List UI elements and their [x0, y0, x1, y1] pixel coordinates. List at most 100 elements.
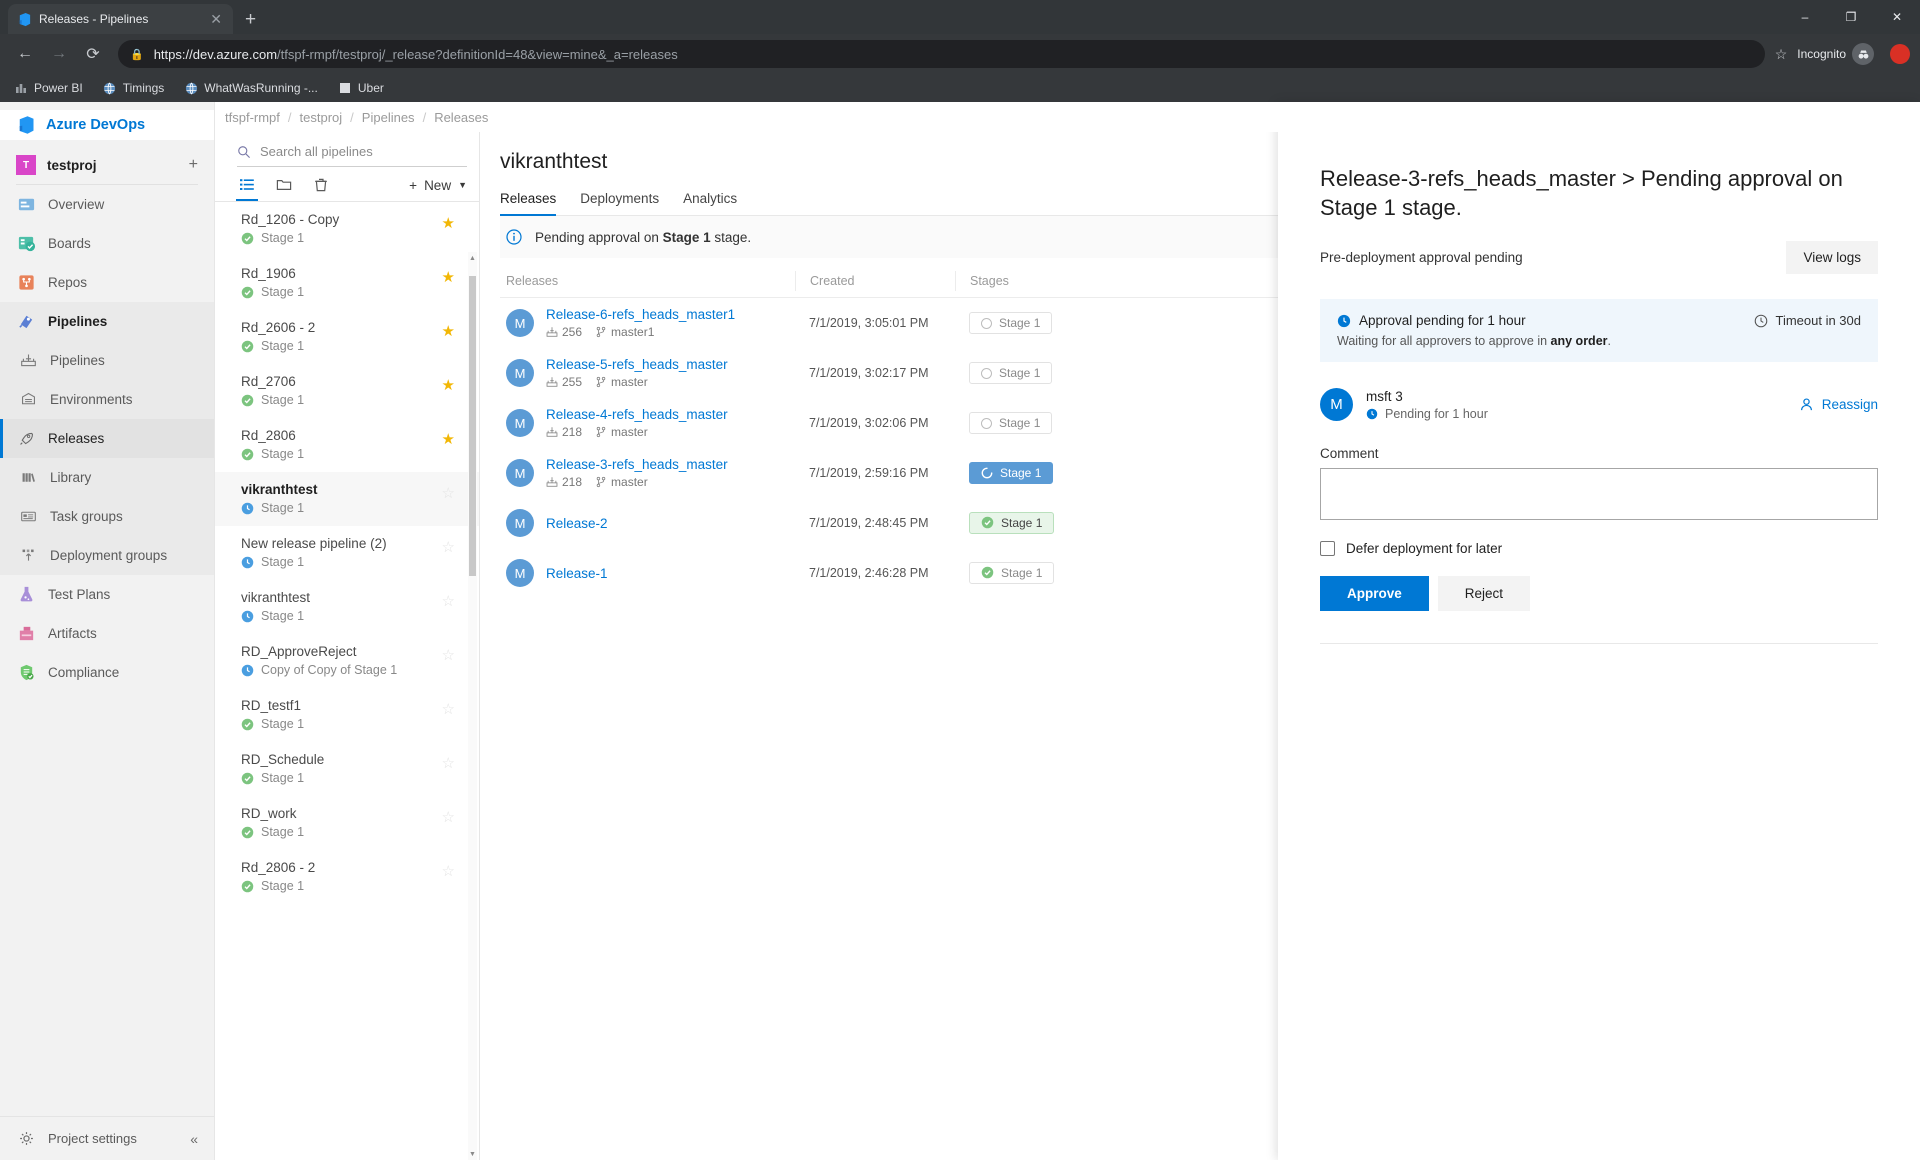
favorite-star-icon[interactable]: ☆ — [442, 484, 455, 502]
arrow-left-icon[interactable]: ← — [10, 39, 40, 69]
release-name-link[interactable]: Release-3-refs_heads_master — [546, 457, 728, 472]
brand-row[interactable]: Azure DevOps — [0, 110, 214, 140]
sidebar-item-task-groups[interactable]: Task groups — [0, 497, 214, 536]
pipeline-list-item[interactable]: Rd_2706 Stage 1 ★ — [215, 364, 479, 418]
sidebar-item-repos[interactable]: Repos — [0, 263, 214, 302]
comment-input[interactable] — [1320, 468, 1878, 521]
pipeline-list-item[interactable]: Rd_2806 Stage 1 ★ — [215, 418, 479, 472]
browser-tab[interactable]: Releases - Pipelines ✕ — [8, 4, 233, 34]
release-name-link[interactable]: Release-1 — [546, 566, 608, 581]
window-close-button[interactable]: ✕ — [1874, 0, 1920, 34]
favorite-star-icon[interactable]: ☆ — [442, 700, 455, 718]
tab-analytics[interactable]: Analytics — [683, 191, 737, 215]
sidebar-item-pipelines-group[interactable]: Pipelines — [0, 302, 214, 341]
tab-releases[interactable]: Releases — [500, 191, 557, 216]
defer-deployment-row[interactable]: Defer deployment for later — [1320, 541, 1878, 557]
breadcrumb-item-releases[interactable]: Releases — [434, 110, 488, 125]
pipeline-list-item[interactable]: Rd_1206 - Copy Stage 1 ★ — [215, 202, 479, 256]
chevron-double-left-icon[interactable]: « — [190, 1131, 198, 1147]
sidebar-item-boards[interactable]: Boards — [0, 224, 214, 263]
bookmark-whatwasrunning[interactable]: WhatWasRunning -... — [184, 81, 318, 95]
sidebar-item-overview[interactable]: Overview — [0, 185, 214, 224]
release-name-link[interactable]: Release-6-refs_heads_master1 — [546, 307, 735, 322]
search-input[interactable] — [260, 144, 467, 159]
minimize-button[interactable]: – — [1782, 0, 1828, 34]
sidebar-item-compliance[interactable]: Compliance — [0, 653, 214, 692]
sidebar-item-pipelines[interactable]: Pipelines — [0, 341, 214, 380]
pipelines-scrollbar[interactable]: ▲ ▼ — [468, 252, 477, 1160]
approval-status-top: Approval pending for 1 hour Timeout in 3… — [1337, 313, 1861, 328]
tab-deployments[interactable]: Deployments — [580, 191, 659, 215]
bookmark-power-bi[interactable]: Power BI — [14, 81, 83, 95]
bookmark-timings[interactable]: Timings — [103, 81, 164, 95]
new-tab-button[interactable]: + — [245, 10, 256, 29]
reload-icon[interactable]: ⟳ — [78, 39, 108, 69]
status-badge[interactable]: Stage 1 — [969, 362, 1053, 384]
status-badge[interactable]: Stage 1 — [969, 412, 1053, 434]
release-name-link[interactable]: Release-4-refs_heads_master — [546, 407, 728, 422]
arrow-right-icon[interactable]: → — [44, 39, 74, 69]
status-badge[interactable]: Stage 1 — [969, 462, 1054, 484]
breadcrumb-item-org[interactable]: tfspf-rmpf — [225, 110, 280, 125]
bookmark-uber[interactable]: Uber — [338, 81, 384, 95]
sidebar-item-deployment-groups[interactable]: Deployment groups — [0, 536, 214, 575]
pipeline-list-item[interactable]: Rd_1906 Stage 1 ★ — [215, 256, 479, 310]
pipeline-list-item[interactable]: New release pipeline (2) Stage 1 ☆ — [215, 526, 479, 580]
status-badge[interactable]: Stage 1 — [969, 561, 1055, 584]
approver-info: msft 3 Pending for 1 hour — [1366, 389, 1488, 421]
project-selector[interactable]: T testproj + — [0, 146, 214, 184]
favorite-star-icon[interactable]: ★ — [442, 214, 455, 232]
sidebar-item-environments[interactable]: Environments — [0, 380, 214, 419]
address-bar[interactable]: 🔒 https://dev.azure.com/tfspf-rmpf/testp… — [118, 40, 1765, 68]
chevron-down-icon[interactable]: ▼ — [468, 1148, 477, 1160]
pipeline-list-item[interactable]: RD_Schedule Stage 1 ☆ — [215, 742, 479, 796]
chevron-up-icon[interactable]: ▲ — [468, 252, 477, 264]
trash-icon[interactable] — [311, 177, 331, 201]
favorite-star-icon[interactable]: ★ — [442, 322, 455, 340]
maximize-button[interactable]: ❐ — [1828, 0, 1874, 34]
pipeline-list-item[interactable]: RD_work Stage 1 ☆ — [215, 796, 479, 850]
pipeline-list-item[interactable]: vikranthtest Stage 1 ☆ — [215, 580, 479, 634]
favorite-star-icon[interactable]: ★ — [442, 268, 455, 286]
sidebar-item-library[interactable]: Library — [0, 458, 214, 497]
star-outline-icon[interactable]: ☆ — [1775, 46, 1788, 63]
pipeline-list-item[interactable]: Rd_2606 - 2 Stage 1 ★ — [215, 310, 479, 364]
plus-icon[interactable]: + — [189, 157, 198, 173]
new-pipeline-button[interactable]: + New ▼ — [409, 178, 467, 201]
status-badge[interactable]: Stage 1 — [969, 312, 1053, 334]
favorite-star-icon[interactable]: ★ — [442, 376, 455, 394]
scrollbar-thumb[interactable] — [469, 276, 476, 576]
project-settings-button[interactable]: Project settings « — [0, 1116, 214, 1160]
reassign-button[interactable]: Reassign — [1799, 397, 1878, 412]
folder-icon[interactable] — [274, 177, 294, 201]
favorite-star-icon[interactable]: ☆ — [442, 538, 455, 556]
sidebar-item-artifacts[interactable]: Artifacts — [0, 614, 214, 653]
close-icon[interactable]: ✕ — [207, 12, 225, 26]
defer-checkbox[interactable] — [1320, 541, 1335, 557]
compliance-icon — [16, 663, 36, 683]
favorite-star-icon[interactable]: ☆ — [442, 808, 455, 826]
status-badge[interactable]: Stage 1 — [969, 511, 1055, 534]
approve-button[interactable]: Approve — [1320, 576, 1429, 612]
favorite-star-icon[interactable]: ☆ — [442, 592, 455, 610]
pipeline-list-item[interactable]: Rd_2806 - 2 Stage 1 ☆ — [215, 850, 479, 904]
search-box[interactable] — [237, 144, 467, 167]
avatar[interactable] — [1890, 44, 1910, 64]
sidebar-item-releases[interactable]: Releases — [0, 419, 214, 458]
pipeline-list-item[interactable]: RD_testf1 Stage 1 ☆ — [215, 688, 479, 742]
view-logs-button[interactable]: View logs — [1786, 241, 1878, 275]
sidebar-item-test-plans[interactable]: Test Plans — [0, 575, 214, 614]
breadcrumb-item-pipelines[interactable]: Pipelines — [362, 110, 415, 125]
favorite-star-icon[interactable]: ☆ — [442, 862, 455, 880]
list-icon[interactable] — [236, 177, 258, 201]
incognito-indicator[interactable]: Incognito — [1791, 43, 1880, 65]
favorite-star-icon[interactable]: ☆ — [442, 646, 455, 664]
breadcrumb-item-project[interactable]: testproj — [300, 110, 343, 125]
release-name-link[interactable]: Release-5-refs_heads_master — [546, 357, 728, 372]
pipeline-list-item[interactable]: RD_ApproveReject Copy of Copy of Stage 1 ☆ — [215, 634, 479, 688]
release-name-link[interactable]: Release-2 — [546, 516, 608, 531]
reject-button[interactable]: Reject — [1437, 576, 1531, 612]
favorite-star-icon[interactable]: ★ — [442, 430, 455, 448]
favorite-star-icon[interactable]: ☆ — [442, 754, 455, 772]
pipeline-list-item[interactable]: vikranthtest Stage 1 ☆ — [215, 472, 479, 526]
